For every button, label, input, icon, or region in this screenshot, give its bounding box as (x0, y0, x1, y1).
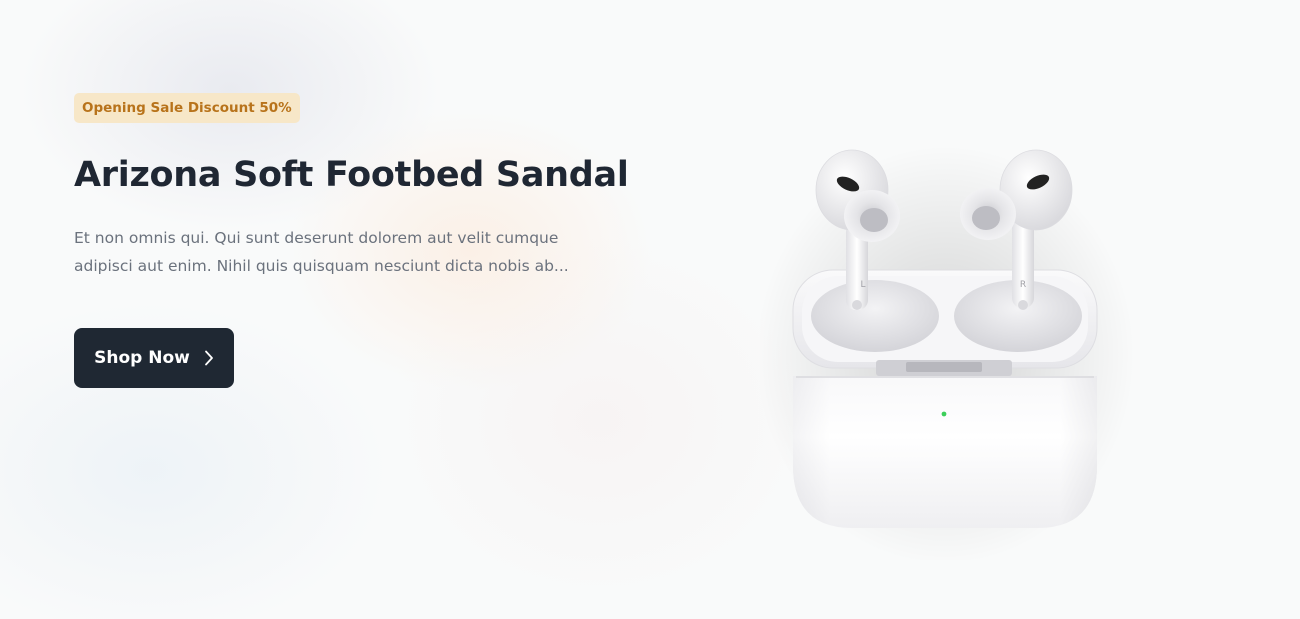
right-bud-mark: R (1020, 280, 1026, 290)
left-bud-mark: L (860, 280, 865, 290)
product-image-earbuds: L R (760, 145, 1135, 560)
hero-description: Et non omnis qui. Qui sunt deserunt dolo… (74, 229, 569, 275)
status-led (941, 411, 947, 417)
shop-now-button[interactable]: Shop Now (74, 328, 234, 388)
sale-badge: Opening Sale Discount 50% (74, 93, 300, 123)
hero-banner: Opening Sale Discount 50% Arizona Soft F… (0, 0, 1300, 619)
hero-title: Arizona Soft Footbed Sandal (74, 155, 629, 195)
chevron-right-icon (204, 350, 213, 366)
shop-now-label: Shop Now (94, 348, 190, 368)
